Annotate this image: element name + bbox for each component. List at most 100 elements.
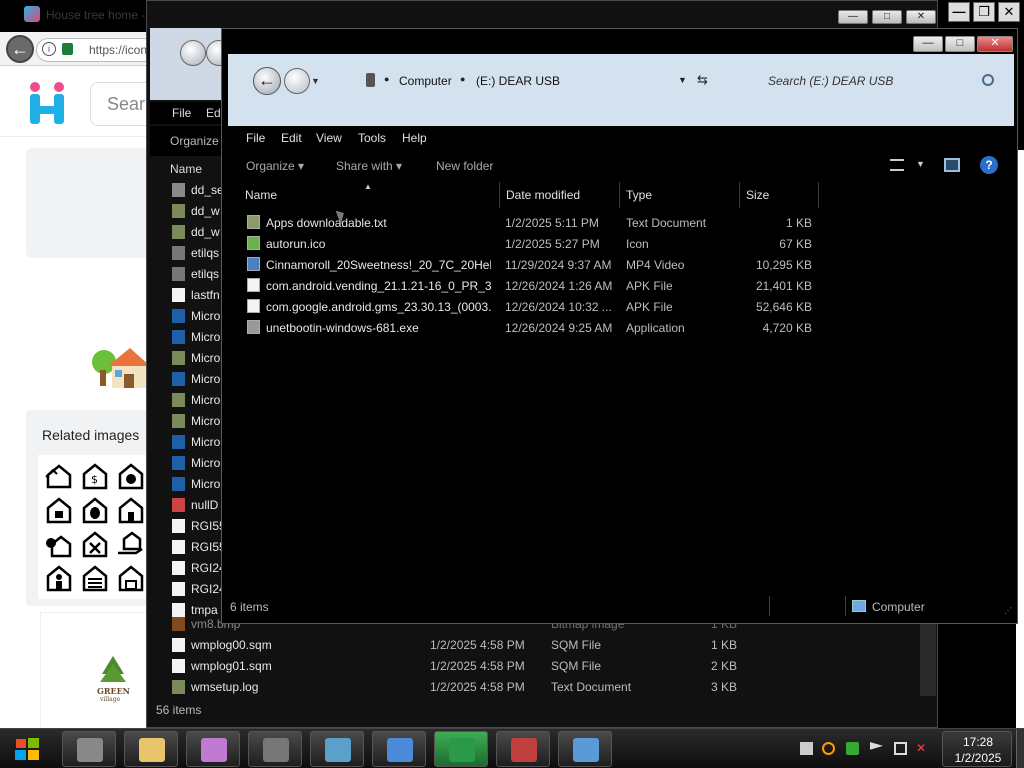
front-window-maximize-button[interactable]: □ — [945, 36, 975, 52]
table-row[interactable]: com.google.android.gms_23.30.13_(0003...… — [238, 296, 828, 317]
new-folder-button[interactable]: New folder — [436, 159, 493, 173]
taskbar-button[interactable] — [62, 731, 116, 767]
action-center-icon[interactable] — [800, 742, 813, 755]
info-icon[interactable]: i — [42, 42, 56, 56]
back-menu-edit[interactable]: Ed — [206, 106, 221, 120]
site-logo[interactable] — [28, 82, 68, 126]
ms-file-icon — [172, 435, 185, 449]
related-house-tree2-icon[interactable] — [44, 529, 74, 559]
table-row[interactable]: com.android.vending_21.1.21-16_0_PR_3...… — [238, 275, 828, 296]
preview-pane-icon[interactable] — [944, 158, 960, 172]
back-window-maximize-button[interactable]: □ — [872, 10, 902, 24]
forward-button[interactable] — [284, 68, 310, 94]
back-organize-button[interactable]: Organize — [170, 134, 219, 148]
os-maximize-button[interactable]: ❐ — [973, 2, 995, 22]
address-breadcrumb[interactable]: ● Computer ● (E:) DEAR USB — [356, 66, 722, 96]
column-divider[interactable] — [499, 182, 500, 208]
chrome-task-icon — [387, 738, 413, 762]
taskbar-button[interactable] — [434, 731, 488, 767]
table-row[interactable]: unetbootin-windows-681.exe 12/26/2024 9:2… — [238, 317, 828, 338]
related-house-tools-icon[interactable] — [80, 529, 110, 559]
browser-tab-title[interactable]: House tree home - — [46, 8, 145, 22]
cell-name: autorun.ico — [266, 237, 326, 251]
breadcrumb-computer[interactable]: Computer — [399, 74, 452, 88]
taskbar-button[interactable] — [310, 731, 364, 767]
table-row[interactable]: Apps downloadable.txt 1/2/2025 5:11 PM Tex… — [238, 212, 828, 233]
back-menu-file[interactable]: File — [172, 106, 191, 120]
related-house-lock-icon[interactable] — [44, 495, 74, 525]
text-file-icon — [247, 215, 260, 229]
clock[interactable]: 17:28 1/2/2025 — [942, 731, 1012, 767]
column-divider[interactable] — [818, 182, 819, 208]
taskbar-button[interactable] — [124, 731, 178, 767]
search-box[interactable]: Search (E:) DEAR USB — [760, 66, 1004, 96]
taskbar-button[interactable] — [248, 731, 302, 767]
back-window-close-button[interactable]: ✕ — [906, 10, 936, 24]
search-tray-icon[interactable] — [822, 742, 835, 755]
related-house-person-icon[interactable] — [44, 563, 74, 593]
table-row[interactable]: Cinnamoroll_20Sweetness!_20_7C_20Hell...… — [238, 254, 828, 275]
taskbar-button[interactable] — [372, 731, 426, 767]
column-divider[interactable] — [619, 182, 620, 208]
related-house-dollar-icon[interactable]: $ — [80, 461, 110, 491]
back-window-controls: — □ ✕ — [838, 10, 938, 26]
flag-icon[interactable] — [870, 742, 883, 750]
share-with-button[interactable]: Share with ▾ — [336, 159, 402, 173]
front-window-close-button[interactable]: ✕ — [977, 36, 1013, 52]
column-name[interactable]: Name — [245, 188, 277, 202]
show-desktop-button[interactable] — [1016, 729, 1024, 768]
breadcrumb-separator-icon[interactable]: ● — [384, 74, 389, 84]
security-tray-icon[interactable] — [846, 742, 859, 755]
start-button[interactable] — [6, 730, 46, 768]
back-column-name[interactable]: Name — [170, 162, 202, 176]
back-button[interactable]: ← — [253, 67, 281, 95]
table-row[interactable]: autorun.ico 1/2/2025 5:27 PM Icon 67 KB — [238, 233, 828, 254]
related-house-tree-icon[interactable] — [80, 495, 110, 525]
menu-edit[interactable]: Edit — [281, 131, 302, 145]
cell-size: 4,720 KB — [762, 321, 812, 335]
menu-file[interactable]: File — [246, 131, 265, 145]
related-house-trees-icon[interactable] — [44, 461, 74, 491]
address-dropdown-icon[interactable]: ▼ — [678, 75, 687, 85]
column-size[interactable]: Size — [746, 188, 769, 202]
organize-button[interactable]: Organize ▾ — [246, 159, 304, 173]
browser-back-button[interactable]: ← — [6, 35, 34, 63]
related-house-hand-icon[interactable] — [116, 529, 146, 559]
breadcrumb-separator-icon[interactable]: ● — [460, 74, 465, 84]
volume-muted-icon[interactable]: ✕ — [916, 742, 929, 755]
network-icon[interactable] — [894, 742, 907, 755]
column-divider[interactable] — [739, 182, 740, 208]
back-window-scrollbar[interactable] — [920, 624, 936, 696]
table-row[interactable]: wmplog01.sqm 1/2/2025 4:58 PM SQM File 2 KB — [170, 656, 930, 677]
column-date-modified[interactable]: Date modified — [506, 188, 580, 202]
taskbar-button[interactable] — [496, 731, 550, 767]
back-window-minimize-button[interactable]: — — [838, 10, 868, 24]
menu-help[interactable]: Help — [402, 131, 427, 145]
house-illustration-icon[interactable] — [90, 342, 150, 390]
related-house-garage-icon[interactable] — [116, 563, 146, 593]
related-house-door-icon[interactable] — [116, 495, 146, 525]
view-options-chevron-down-icon[interactable]: ▼ — [916, 159, 925, 169]
taskbar-button[interactable] — [186, 731, 240, 767]
image-file-icon — [172, 498, 185, 512]
menu-view[interactable]: View — [316, 131, 342, 145]
back-window-back-button[interactable] — [180, 40, 206, 66]
breadcrumb-drive[interactable]: (E:) DEAR USB — [476, 74, 560, 88]
change-view-icon[interactable] — [890, 159, 904, 171]
os-close-button[interactable]: ✕ — [998, 2, 1020, 22]
column-type[interactable]: Type — [626, 188, 652, 202]
table-row[interactable]: wmplog00.sqm 1/2/2025 4:58 PM SQM File 1 KB — [170, 635, 930, 656]
related-house-brick-icon[interactable] — [80, 563, 110, 593]
taskbar-button[interactable] — [558, 731, 612, 767]
help-icon[interactable]: ? — [980, 156, 998, 174]
menu-tools[interactable]: Tools — [358, 131, 386, 145]
search-icon[interactable] — [982, 74, 994, 86]
recent-pages-chevron-down-icon[interactable]: ▼ — [311, 76, 320, 86]
os-minimize-button[interactable]: — — [948, 2, 970, 22]
refresh-icon[interactable]: ⇆ — [697, 72, 708, 88]
resize-grip-icon[interactable]: ⋰ — [1004, 606, 1012, 615]
table-row[interactable]: wmsetup.log 1/2/2025 4:58 PM Text Document… — [170, 677, 930, 698]
explorer-task-icon — [77, 738, 103, 762]
related-house-question-icon[interactable] — [116, 461, 146, 491]
front-window-minimize-button[interactable]: — — [913, 36, 943, 52]
